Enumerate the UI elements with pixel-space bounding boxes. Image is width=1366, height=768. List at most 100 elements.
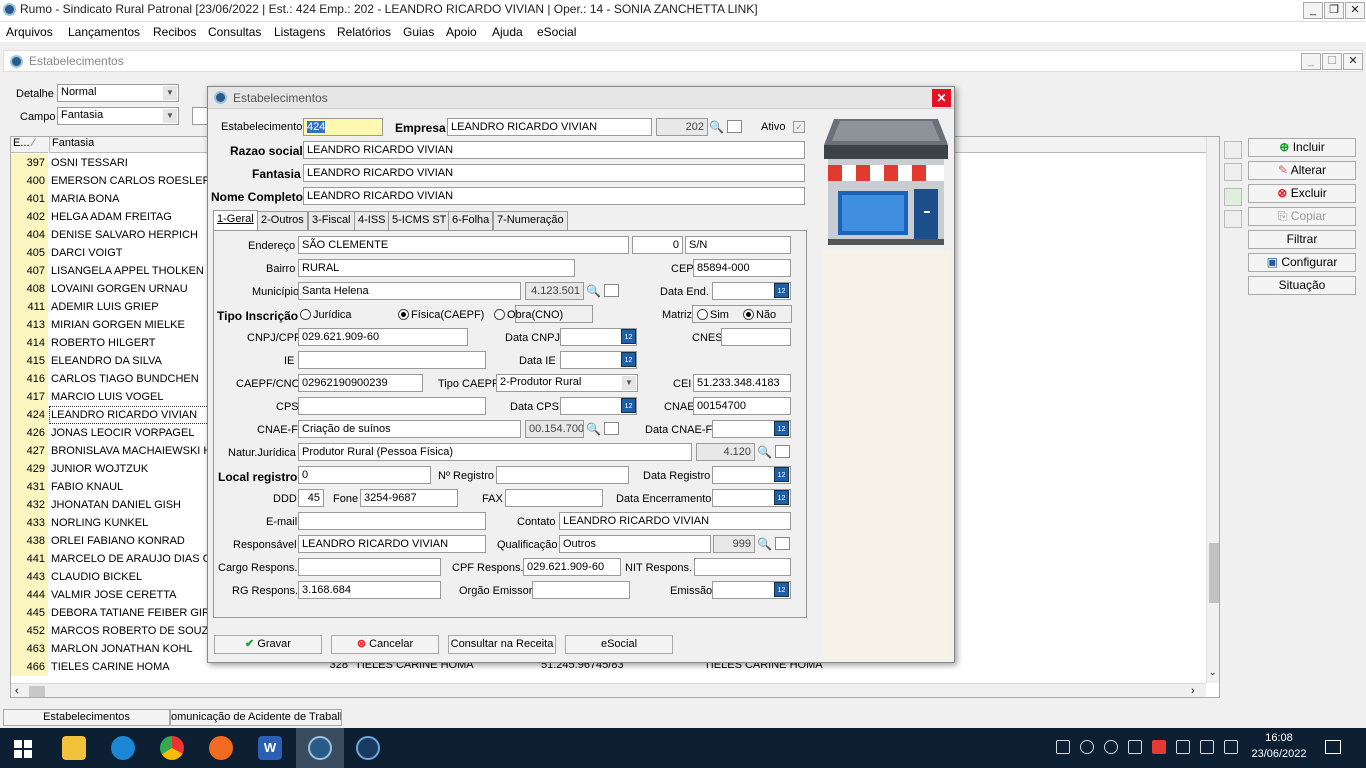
chevron-left-icon[interactable]: ‹ xyxy=(15,685,19,697)
incluir-button[interactable]: ⊕ Incluir xyxy=(1248,138,1356,157)
cep-input[interactable]: 85894-000 xyxy=(693,259,791,277)
tray-app-icon[interactable] xyxy=(1104,740,1118,754)
local-registro-input[interactable]: 0 xyxy=(298,466,431,484)
copiar-button[interactable]: ⎘ Copiar xyxy=(1248,207,1356,226)
cnae-f-input[interactable]: Criação de suínos xyxy=(298,420,521,438)
orgao-emissor-input[interactable] xyxy=(532,581,630,599)
menu-recibos[interactable]: Recibos xyxy=(153,25,196,39)
nome-completo-input[interactable]: LEANDRO RICARDO VIVIAN xyxy=(303,187,805,205)
menu-apoio[interactable]: Apoio xyxy=(446,25,477,39)
responsavel-input[interactable]: LEANDRO RICARDO VIVIAN xyxy=(298,535,486,553)
clock-time[interactable]: 16:08 xyxy=(1256,732,1302,744)
tab-numeracao[interactable]: 7-Numeração xyxy=(493,211,568,230)
calendar-icon[interactable]: 12 xyxy=(774,421,789,436)
maximize-icon[interactable]: ☐ xyxy=(1322,53,1342,70)
radio-matriz-nao[interactable]: Não xyxy=(743,309,776,321)
chevron-down-icon[interactable]: ⌄ xyxy=(1209,667,1217,678)
search-icon[interactable]: 🔍 xyxy=(586,284,601,298)
calendar-icon[interactable]: 12 xyxy=(774,467,789,482)
empresa-input[interactable]: LEANDRO RICARDO VIVIAN xyxy=(447,118,652,136)
horizontal-scrollbar[interactable]: ‹ › xyxy=(11,683,1206,697)
alterar-button[interactable]: ✎ Alterar xyxy=(1248,161,1356,180)
n-registro-input[interactable] xyxy=(496,466,629,484)
excluir-button[interactable]: ⊗ Excluir xyxy=(1248,184,1356,203)
email-input[interactable] xyxy=(298,512,486,530)
ddd-input[interactable]: 45 xyxy=(298,489,324,507)
list-icon[interactable] xyxy=(775,445,790,458)
ie-input[interactable] xyxy=(298,351,486,369)
radio-juridica[interactable]: Jurídica xyxy=(300,309,352,321)
menu-arquivos[interactable]: Arquivos xyxy=(6,25,53,39)
print-icon[interactable] xyxy=(1224,210,1242,228)
tab-folha[interactable]: 6-Folha xyxy=(448,211,494,230)
rumo-taskbar-active[interactable] xyxy=(296,728,344,768)
tab-outros[interactable]: 2-Outros xyxy=(257,211,308,230)
fone-input[interactable]: 3254-9687 xyxy=(360,489,458,507)
list-icon[interactable] xyxy=(775,537,790,550)
calendar-icon[interactable]: 12 xyxy=(774,582,789,597)
natureza-juridica-input[interactable]: Produtor Rural (Pessoa Física) xyxy=(298,443,692,461)
qualificacao-code-input[interactable]: 999 xyxy=(713,535,755,553)
export-icon[interactable] xyxy=(1224,188,1242,206)
scrollbar-thumb[interactable] xyxy=(1209,543,1219,603)
column-header-code[interactable]: E... ⁄ xyxy=(11,137,48,153)
vertical-scrollbar[interactable]: ⌄ xyxy=(1206,137,1219,683)
menu-esocial[interactable]: eSocial xyxy=(537,25,576,39)
radio-fisica[interactable]: Física(CAEPF) xyxy=(398,309,484,321)
network-icon[interactable] xyxy=(1200,740,1214,754)
search-icon[interactable]: 🔍 xyxy=(709,120,724,134)
empresa-code-input[interactable]: 202 xyxy=(656,118,708,136)
tab-iss[interactable]: 4-ISS xyxy=(354,211,390,230)
cancelar-button[interactable]: ⊗ Cancelar xyxy=(331,635,439,654)
menu-guias[interactable]: Guias xyxy=(403,25,434,39)
notifications-icon[interactable] xyxy=(1325,740,1341,754)
list-icon[interactable] xyxy=(604,284,619,297)
estabelecimento-input[interactable]: 424 xyxy=(303,118,383,136)
fantasia-input[interactable]: LEANDRO RICARDO VIVIAN xyxy=(303,164,805,182)
cei-input[interactable]: 51.233.348.4183 xyxy=(693,374,791,392)
complemento-input[interactable]: S/N xyxy=(685,236,791,254)
tab-fiscal[interactable]: 3-Fiscal xyxy=(308,211,355,230)
razao-input[interactable]: LEANDRO RICARDO VIVIAN xyxy=(303,141,805,159)
list-icon[interactable] xyxy=(727,120,742,133)
municipio-code-input[interactable]: 4.123.501 xyxy=(525,282,584,300)
contato-input[interactable]: LEANDRO RICARDO VIVIAN xyxy=(559,512,791,530)
cnae-input[interactable]: 00154700 xyxy=(693,397,791,415)
cnes-input[interactable] xyxy=(721,328,791,346)
restore-icon[interactable]: ❐ xyxy=(1324,2,1344,19)
firefox-icon[interactable] xyxy=(209,736,233,760)
rumo-alt-icon[interactable] xyxy=(356,736,380,760)
cnpj-input[interactable]: 029.621.909-60 xyxy=(298,328,468,346)
municipio-input[interactable]: Santa Helena xyxy=(298,282,521,300)
search-icon[interactable]: 🔍 xyxy=(586,422,601,436)
windows-start-icon[interactable] xyxy=(14,740,32,758)
cnae-f-code-input[interactable]: 00.154.700 xyxy=(525,420,584,438)
qualificacao-input[interactable]: Outros xyxy=(559,535,711,553)
tipo-caepf-select[interactable]: 2-Produtor Rural ▼ xyxy=(496,374,638,392)
menu-lancamentos[interactable]: Lançamentos xyxy=(68,25,140,39)
word-icon[interactable]: W xyxy=(258,736,282,760)
clock-date[interactable]: 23/06/2022 xyxy=(1247,748,1311,760)
menu-consultas[interactable]: Consultas xyxy=(208,25,261,39)
rg-responsavel-input[interactable]: 3.168.684 xyxy=(298,581,441,599)
filtrar-button[interactable]: Filtrar xyxy=(1248,230,1356,249)
battery-icon[interactable] xyxy=(1176,740,1190,754)
calendar-icon[interactable]: 12 xyxy=(621,398,636,413)
chrome-icon[interactable] xyxy=(160,736,184,760)
campo-select[interactable]: Fantasia ▼ xyxy=(57,107,179,125)
menu-listagens[interactable]: Listagens xyxy=(274,25,325,39)
minimize-icon[interactable]: _ xyxy=(1303,2,1323,19)
calendar-icon[interactable]: 12 xyxy=(774,490,789,505)
menu-ajuda[interactable]: Ajuda xyxy=(492,25,523,39)
edge-icon[interactable] xyxy=(111,736,135,760)
minimize-icon[interactable]: _ xyxy=(1301,53,1321,70)
file-explorer-icon[interactable] xyxy=(62,736,86,760)
detalhe-select[interactable]: Normal ▼ xyxy=(57,84,179,102)
configurar-button[interactable]: ▣ Configurar xyxy=(1248,253,1356,272)
chevron-right-icon[interactable]: › xyxy=(1191,685,1195,697)
grid-icon[interactable] xyxy=(1224,163,1242,181)
bairro-input[interactable]: RURAL xyxy=(298,259,575,277)
search-icon[interactable]: 🔍 xyxy=(757,445,772,459)
consultar-receita-button[interactable]: Consultar na Receita xyxy=(448,635,556,654)
fax-input[interactable] xyxy=(505,489,603,507)
